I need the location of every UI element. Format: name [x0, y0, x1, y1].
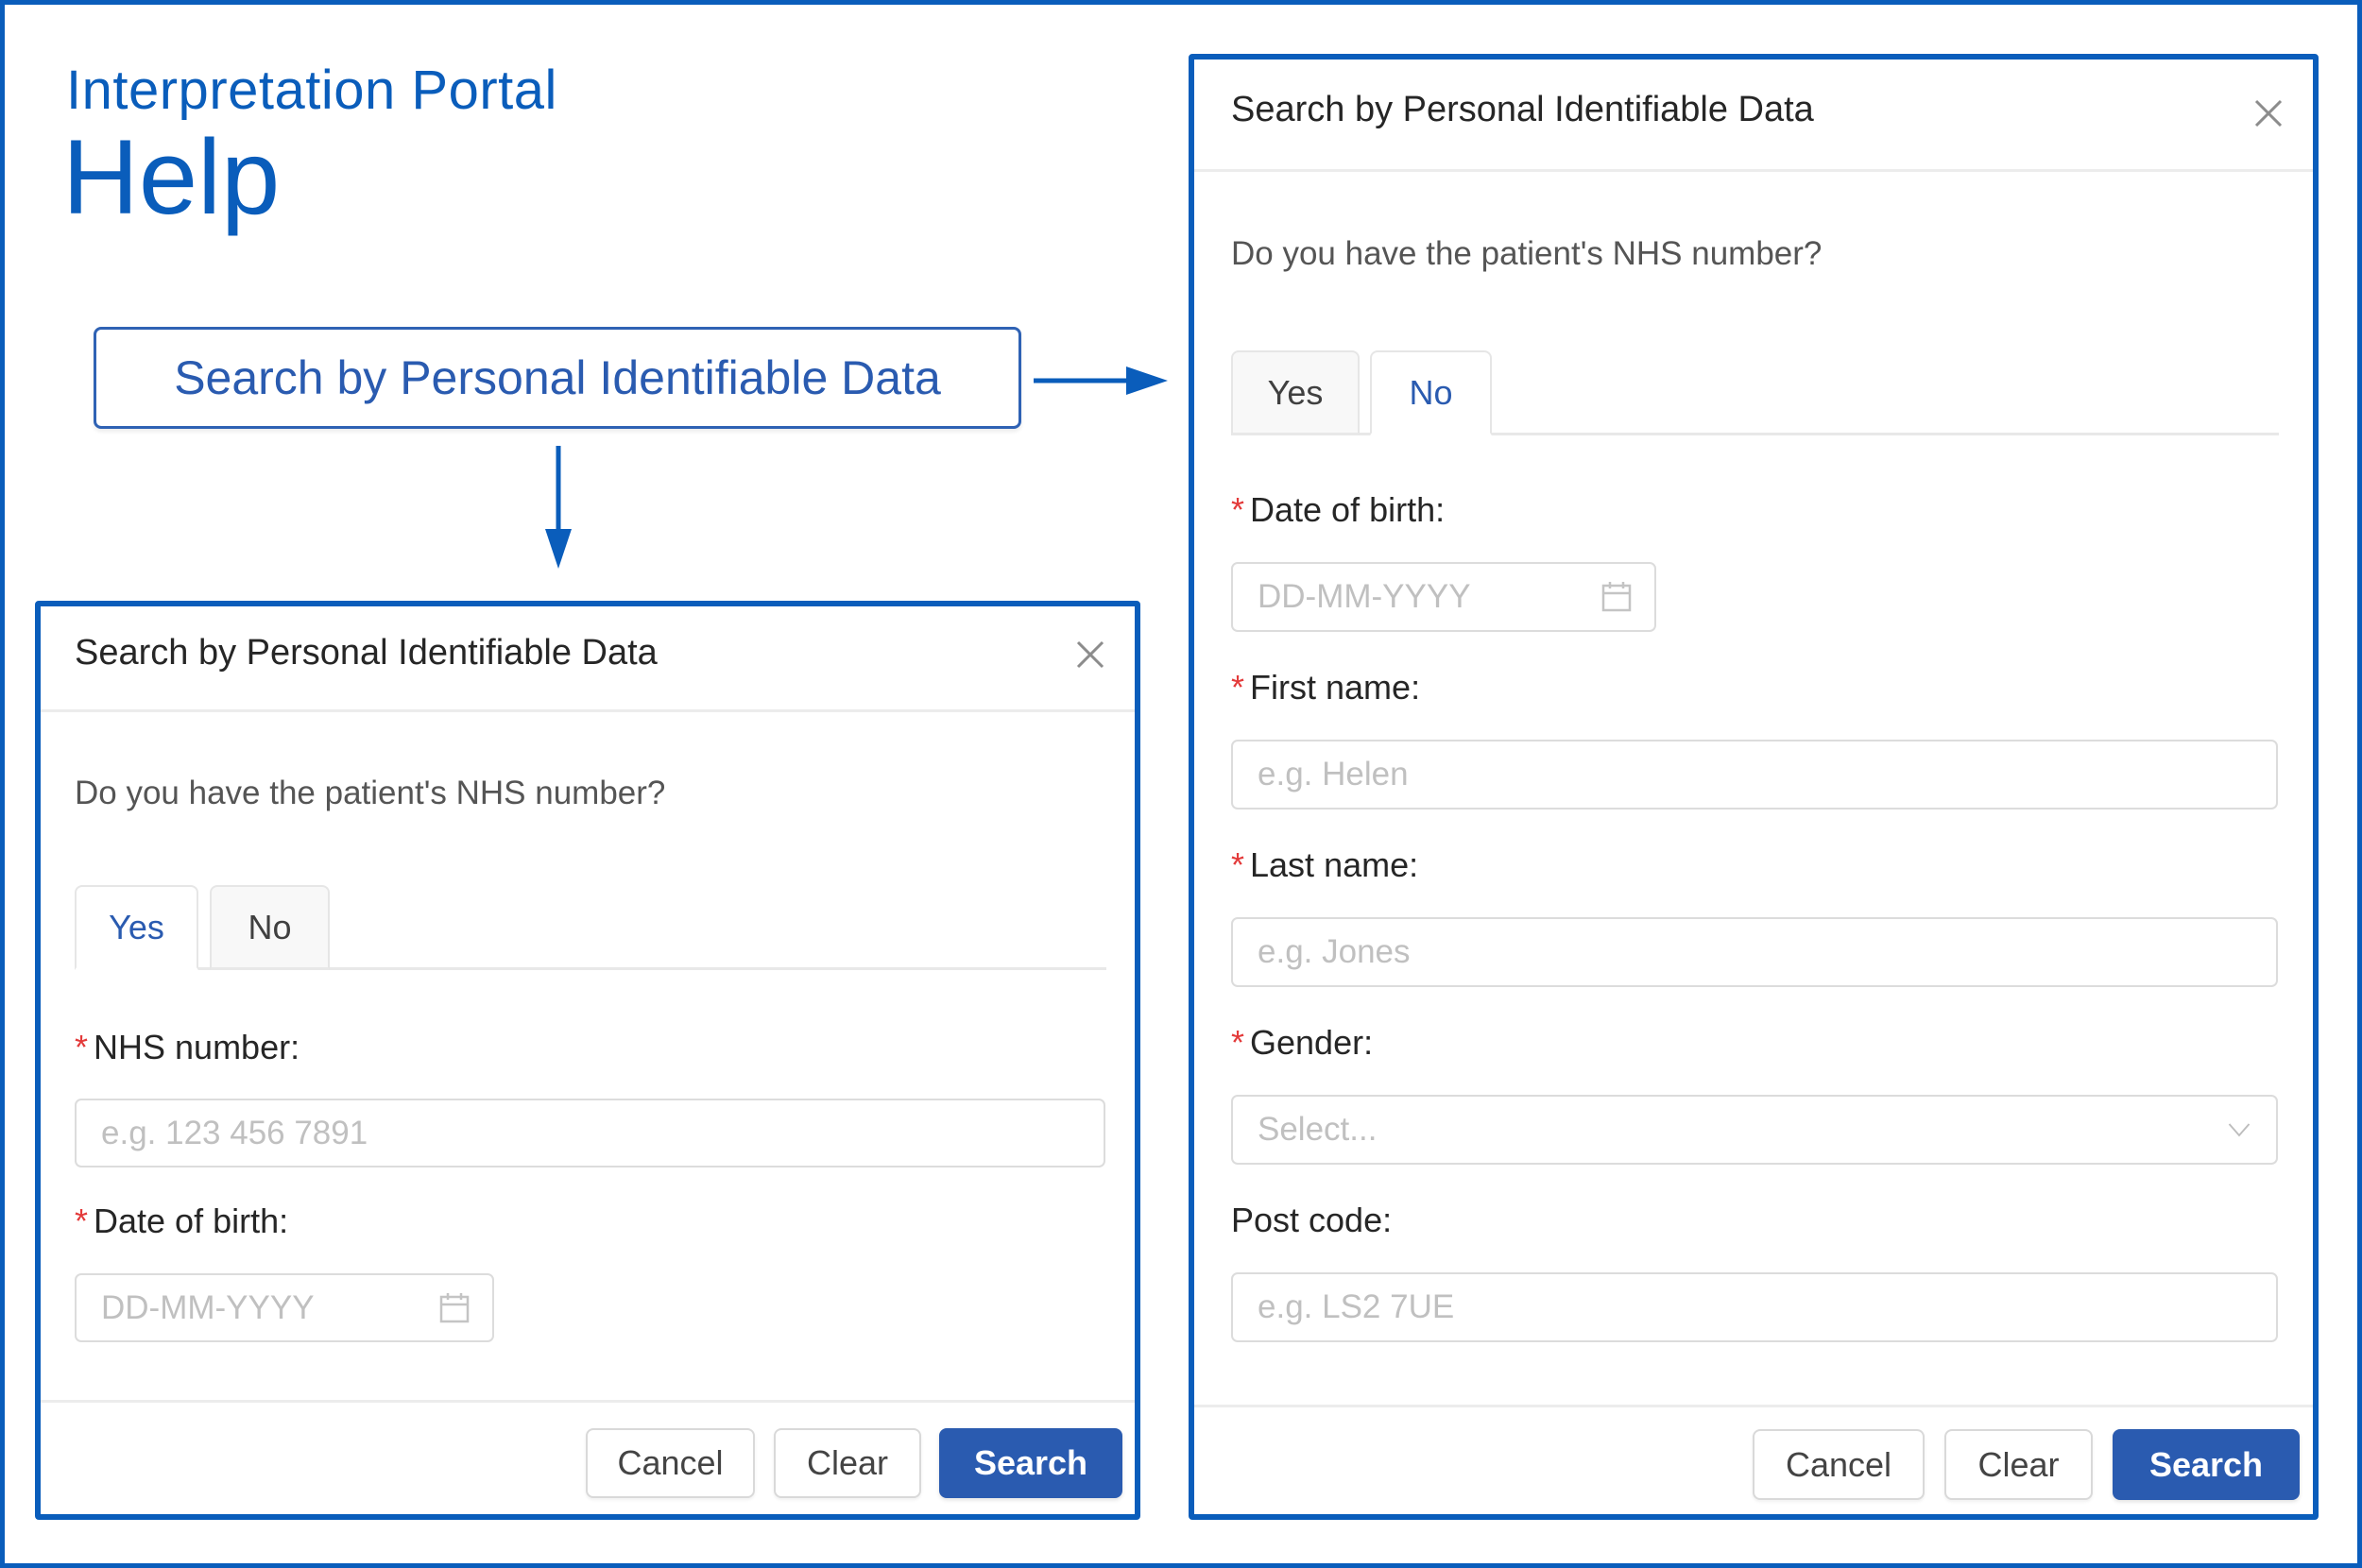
modal-title: Search by Personal Identifiable Data	[75, 633, 658, 673]
gender-select[interactable]: Select...	[1231, 1095, 2278, 1165]
search-by-pid-button[interactable]: Search by Personal Identifiable Data	[94, 327, 1021, 429]
tab-no-label: No	[1409, 372, 1453, 412]
nhs-tabs: Yes No	[1231, 346, 2279, 435]
modal-footer-divider	[41, 1400, 1135, 1403]
post-code-label: Post code:	[1231, 1201, 1393, 1239]
required-marker: *	[75, 1202, 89, 1240]
nhs-tabs: Yes No	[75, 880, 1106, 970]
chevron-down-icon	[2228, 1123, 2251, 1137]
nhs-number-label: * NHS number:	[75, 1028, 300, 1066]
nhs-number-placeholder: e.g. 123 456 7891	[101, 1114, 368, 1151]
calendar-icon[interactable]	[1598, 578, 1635, 616]
pid-search-modal-yes: Search by Personal Identifiable Data Do …	[35, 601, 1140, 1520]
required-marker: *	[1231, 1023, 1245, 1062]
tab-yes[interactable]: Yes	[1231, 350, 1360, 435]
clear-button[interactable]: Clear	[1944, 1429, 2093, 1500]
tab-no[interactable]: No	[1370, 350, 1492, 435]
tab-yes-label: Yes	[1267, 372, 1324, 412]
post-code-placeholder: e.g. LS2 7UE	[1258, 1288, 1455, 1325]
portal-name: Interpretation Portal	[66, 60, 557, 121]
modal-title: Search by Personal Identifiable Data	[1231, 90, 1814, 129]
date-of-birth-input[interactable]: DD-MM-YYYY	[75, 1273, 494, 1342]
tab-no-label: No	[248, 907, 292, 946]
nhs-number-input[interactable]: e.g. 123 456 7891	[75, 1099, 1105, 1167]
gender-label: * Gender:	[1231, 1023, 1374, 1062]
required-marker: *	[1231, 668, 1245, 707]
search-by-pid-label: Search by Personal Identifiable Data	[174, 351, 941, 404]
arrow-down-icon	[545, 446, 572, 569]
calendar-icon[interactable]	[436, 1289, 473, 1327]
required-marker: *	[75, 1028, 89, 1066]
search-button[interactable]: Search	[2113, 1429, 2300, 1500]
nhs-question: Do you have the patient's NHS number?	[1231, 235, 1823, 272]
search-button[interactable]: Search	[939, 1428, 1122, 1498]
required-marker: *	[1231, 845, 1245, 884]
gender-placeholder: Select...	[1258, 1111, 1378, 1148]
modal-header: Search by Personal Identifiable Data	[41, 606, 1135, 712]
cancel-button[interactable]: Cancel	[586, 1428, 755, 1498]
page-title: Help	[62, 118, 281, 236]
first-name-placeholder: e.g. Helen	[1258, 756, 1409, 793]
cancel-button[interactable]: Cancel	[1753, 1429, 1925, 1500]
last-name-input[interactable]: e.g. Jones	[1231, 917, 2278, 987]
date-of-birth-placeholder: DD-MM-YYYY	[1258, 578, 1471, 615]
date-of-birth-placeholder: DD-MM-YYYY	[101, 1288, 315, 1326]
last-name-placeholder: e.g. Jones	[1258, 933, 1411, 970]
tab-yes[interactable]: Yes	[75, 885, 198, 970]
close-icon[interactable]	[1074, 639, 1106, 671]
nhs-question: Do you have the patient's NHS number?	[75, 775, 666, 811]
date-of-birth-label: * Date of birth:	[75, 1202, 289, 1240]
post-code-input[interactable]: e.g. LS2 7UE	[1231, 1272, 2278, 1342]
pid-search-modal-no: Search by Personal Identifiable Data Do …	[1189, 54, 2319, 1520]
required-marker: *	[1231, 490, 1245, 529]
close-icon[interactable]	[2252, 97, 2285, 129]
first-name-label: * First name:	[1231, 668, 1421, 707]
first-name-input[interactable]: e.g. Helen	[1231, 740, 2278, 810]
date-of-birth-label: * Date of birth:	[1231, 490, 1446, 529]
arrow-right-icon	[1034, 366, 1168, 395]
modal-footer-divider	[1194, 1405, 2313, 1407]
date-of-birth-input[interactable]: DD-MM-YYYY	[1231, 562, 1656, 632]
tab-no[interactable]: No	[210, 885, 330, 970]
tab-yes-label: Yes	[109, 907, 164, 946]
last-name-label: * Last name:	[1231, 845, 1419, 884]
modal-header: Search by Personal Identifiable Data	[1194, 60, 2313, 172]
clear-button[interactable]: Clear	[774, 1428, 921, 1498]
